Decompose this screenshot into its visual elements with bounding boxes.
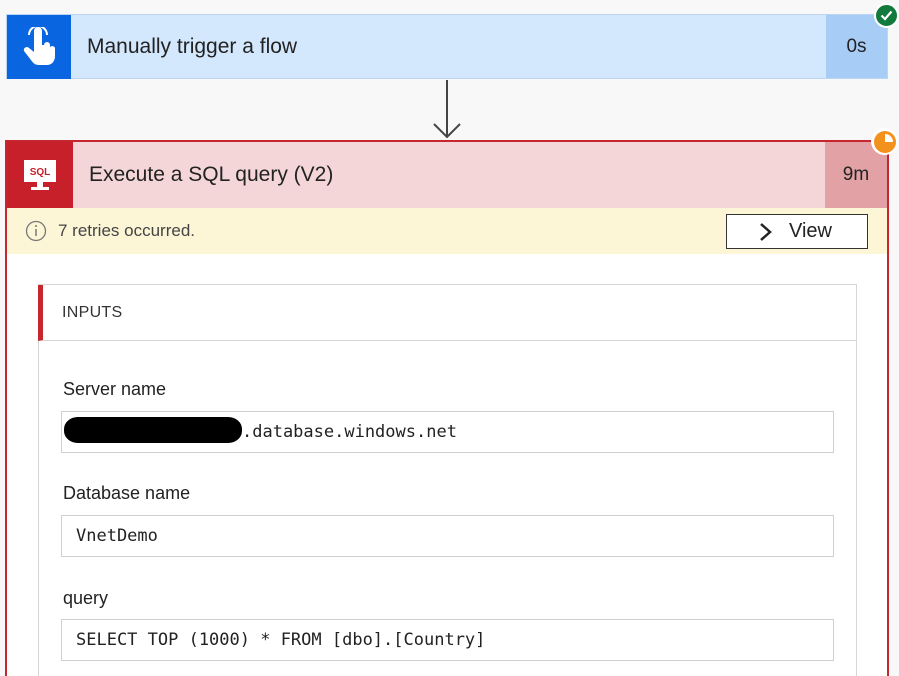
trigger-card[interactable]: Manually trigger a flow 0s <box>6 14 888 79</box>
touch-hand-icon <box>23 26 55 65</box>
action-title: Execute a SQL query (V2) <box>89 163 334 186</box>
inputs-panel: INPUTS Server name .database.windows.net… <box>38 284 857 676</box>
inputs-title: INPUTS <box>62 303 123 321</box>
retry-warning-bar: 7 retries occurred. View <box>7 208 887 254</box>
query-label: query <box>63 588 109 608</box>
info-icon <box>25 220 47 242</box>
query-field: SELECT TOP (1000) * FROM [dbo].[Country] <box>61 619 834 661</box>
arrow-down-icon <box>433 80 461 139</box>
database-name-field: VnetDemo <box>61 515 834 557</box>
sql-icon-box: SQL <box>7 142 73 208</box>
flow-run-canvas: Manually trigger a flow 0s SQL Execute a… <box>0 0 899 676</box>
inputs-header[interactable]: INPUTS <box>38 285 856 341</box>
server-name-field: .database.windows.net <box>61 411 834 453</box>
database-name-label: Database name <box>63 483 191 503</box>
redaction-mark <box>64 417 242 443</box>
chevron-right-icon <box>760 222 772 241</box>
sql-monitor-icon: SQL <box>24 160 56 190</box>
server-name-value: .database.windows.net <box>242 422 457 442</box>
retry-warning-text: 7 retries occurred. <box>58 221 195 240</box>
running-status-icon <box>871 128 898 155</box>
trigger-icon-box <box>7 14 71 79</box>
view-button-label: View <box>789 220 832 242</box>
success-check-icon <box>874 3 899 28</box>
query-value: SELECT TOP (1000) * FROM [dbo].[Country] <box>76 630 486 650</box>
sql-icon-label: SQL <box>30 167 51 178</box>
action-header[interactable]: SQL Execute a SQL query (V2) 9m <box>7 142 887 208</box>
database-name-value: VnetDemo <box>76 526 158 546</box>
trigger-title: Manually trigger a flow <box>87 34 298 58</box>
view-button[interactable]: View <box>726 214 868 249</box>
sql-action-card: SQL Execute a SQL query (V2) 9m 7 retrie… <box>5 140 889 676</box>
server-name-label: Server name <box>63 379 167 399</box>
